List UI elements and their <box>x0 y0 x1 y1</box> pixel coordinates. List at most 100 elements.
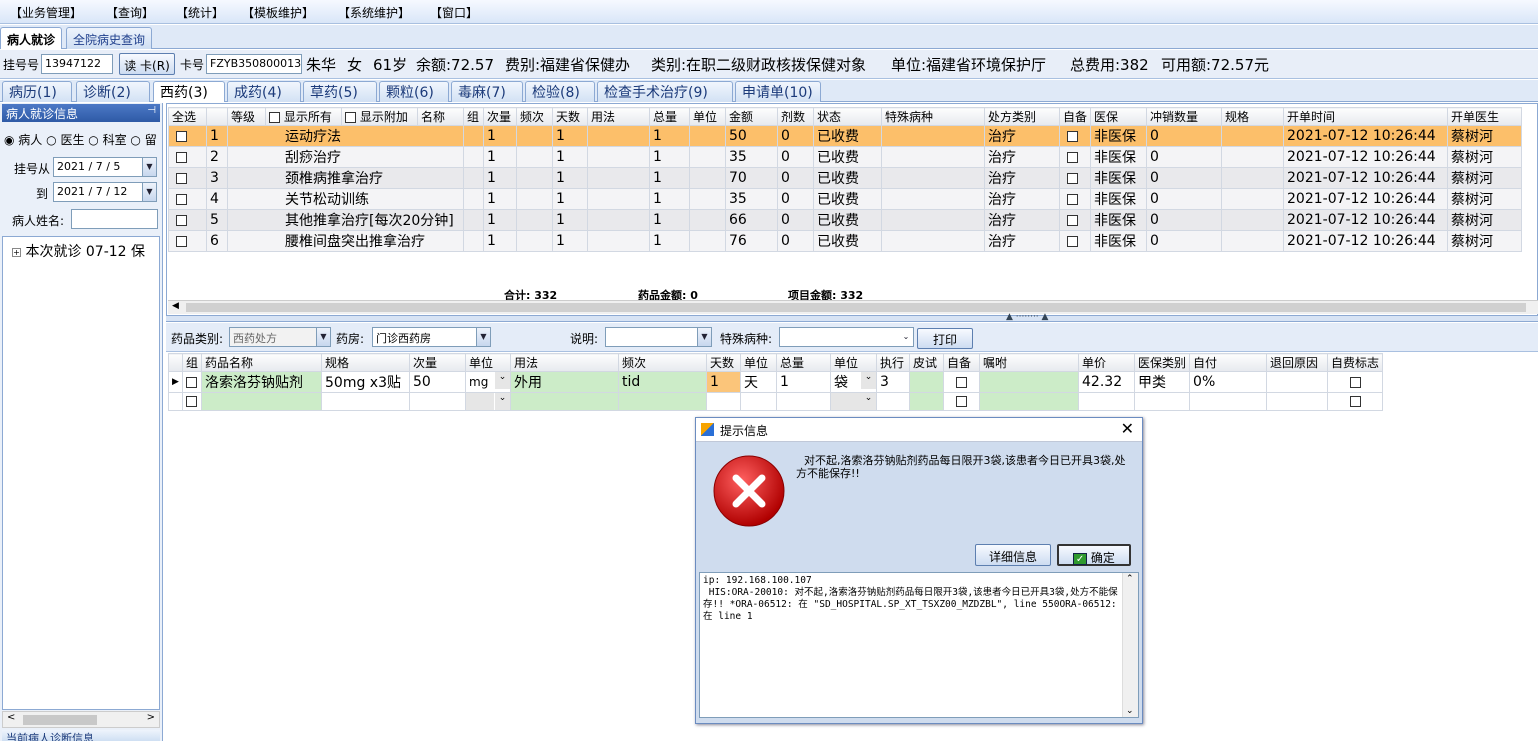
print-button[interactable]: 打印 <box>917 328 973 349</box>
col-insurance-type[interactable]: 医保类别 <box>1134 353 1191 372</box>
tab-patent-drug[interactable]: 成药(4) <box>227 81 301 102</box>
self-supply-checkbox[interactable] <box>1058 209 1092 231</box>
chevron-down-icon[interactable]: ▼ <box>316 328 330 346</box>
col-dose-unit[interactable]: 单位 <box>465 353 512 372</box>
show-extra-checkbox[interactable]: 显示附加 <box>341 107 418 126</box>
col-doctor[interactable]: 开单医生 <box>1447 107 1523 126</box>
details-button[interactable]: 详细信息 <box>975 544 1051 566</box>
log-vscrollbar[interactable]: ⌃ ⌄ <box>1122 573 1138 717</box>
close-icon[interactable]: ✕ <box>1121 419 1134 438</box>
scroll-thumb[interactable] <box>186 303 1526 312</box>
col-total[interactable]: 总量 <box>649 107 690 126</box>
col-self-supply[interactable]: 自备 <box>943 353 981 372</box>
tab-diagnosis[interactable]: 诊断(2) <box>76 81 150 102</box>
total-unit-cell[interactable]: ⌄ <box>830 392 878 411</box>
drug-type-select[interactable]: 西药处方 ▼ <box>229 327 331 347</box>
splitter[interactable]: ▲ ········ ▲ <box>166 312 1538 322</box>
scroll-up-icon[interactable]: ⌃ <box>1126 574 1134 584</box>
exec-cell[interactable]: 3 <box>876 371 911 393</box>
col-exec[interactable]: 执行 <box>876 353 911 372</box>
col-amount[interactable]: 金额 <box>725 107 778 126</box>
instruction-cell[interactable] <box>979 371 1080 393</box>
col-select-all[interactable]: 全选 <box>168 107 207 126</box>
chevron-down-icon[interactable]: ⌄ <box>495 372 510 389</box>
chevron-down-icon[interactable]: ▼ <box>476 328 490 346</box>
days-unit-cell[interactable]: 天 <box>740 371 778 393</box>
scroll-left-icon[interactable]: < <box>7 712 15 723</box>
drug-name-cell[interactable] <box>201 392 323 411</box>
table-row[interactable]: ▶ 洛索洛芬钠贴剂 50mg x3贴 50 mg ⌄ 外用 tid 1 天 1 袋… <box>168 371 1384 393</box>
tab-patient-visit[interactable]: 病人就诊 <box>0 27 63 49</box>
radio-doctor[interactable]: ○ 医生 <box>46 133 84 147</box>
col-dose[interactable]: 次量 <box>409 353 467 372</box>
col-self-pay[interactable]: 自付 <box>1189 353 1268 372</box>
row-checkbox[interactable] <box>168 209 207 231</box>
table-row[interactable]: 4 关节松动训练 1 1 1 35 0 已收费 治疗 非医保 0 2021-07… <box>168 188 1523 210</box>
col-special-disease[interactable]: 特殊病种 <box>881 107 985 126</box>
col-skin-test[interactable]: 皮试 <box>909 353 945 372</box>
freq-cell[interactable]: tid <box>618 371 708 393</box>
col-total-unit[interactable]: 单位 <box>830 353 878 372</box>
tree-item-current-visit[interactable]: + 本次就诊 07-12 保 <box>12 241 145 261</box>
self-pay-flag-checkbox[interactable] <box>1327 392 1384 411</box>
dose-unit-cell[interactable]: mg ⌄ <box>465 371 512 393</box>
self-supply-checkbox[interactable] <box>1058 125 1092 147</box>
tab-lab[interactable]: 检验(8) <box>525 81 595 102</box>
row-checkbox[interactable] <box>168 146 207 168</box>
card-no-input[interactable]: FZYB35080001313 <box>206 54 302 74</box>
chevron-down-icon[interactable]: ⌄ <box>495 393 510 410</box>
col-return-reason[interactable]: 退回原因 <box>1266 353 1329 372</box>
group-checkbox[interactable] <box>181 371 203 393</box>
col-order-time[interactable]: 开单时间 <box>1283 107 1449 126</box>
table-row[interactable]: 2 刮痧治疗 1 1 1 35 0 已收费 治疗 非医保 0 2021-07-1… <box>168 146 1523 168</box>
radio-stay[interactable]: ○ 留 <box>130 133 156 147</box>
col-freq[interactable]: 频次 <box>618 353 708 372</box>
menu-template[interactable]: 【模板维护】 <box>242 4 314 21</box>
tab-record[interactable]: 病历(1) <box>2 81 72 102</box>
scroll-right-icon[interactable]: > <box>147 712 155 723</box>
table-row[interactable]: 5 其他推拿治疗[每次20分钟] 1 1 1 66 0 已收费 治疗 非医保 0… <box>168 209 1523 231</box>
col-usage[interactable]: 用法 <box>587 107 650 126</box>
table-row[interactable]: 6 腰椎间盘突出推拿治疗 1 1 1 76 0 已收费 治疗 非医保 0 202… <box>168 230 1523 252</box>
col-days[interactable]: 天数 <box>706 353 742 372</box>
col-insurance[interactable]: 医保 <box>1090 107 1148 126</box>
menu-business[interactable]: 【业务管理】 <box>10 4 82 21</box>
menu-query[interactable]: 【查询】 <box>106 4 154 21</box>
dose-cell[interactable]: 50 <box>409 371 467 393</box>
tab-exam-surgery[interactable]: 检查手术治疗(9) <box>597 81 733 102</box>
group-checkbox[interactable] <box>181 392 203 411</box>
col-group[interactable]: 组 <box>463 107 484 126</box>
scroll-left-icon[interactable]: ◀ <box>172 301 179 311</box>
col-price[interactable]: 单价 <box>1078 353 1136 372</box>
expand-icon[interactable]: + <box>12 247 21 257</box>
col-reversal-qty[interactable]: 冲销数量 <box>1146 107 1223 126</box>
col-days-unit[interactable]: 单位 <box>740 353 778 372</box>
menu-system[interactable]: 【系统维护】 <box>338 4 410 21</box>
top-grid-hscrollbar[interactable]: ◀ <box>168 300 1538 314</box>
row-checkbox[interactable] <box>168 188 207 210</box>
tab-history-query[interactable]: 全院病史查询 <box>66 27 153 49</box>
col-total[interactable]: 总量 <box>776 353 832 372</box>
scroll-thumb[interactable] <box>23 715 97 725</box>
col-dose[interactable]: 次量 <box>483 107 517 126</box>
checkbox-icon[interactable] <box>345 112 356 123</box>
chevron-down-icon[interactable]: ⌄ <box>861 393 876 410</box>
col-spec[interactable]: 规格 <box>321 353 411 372</box>
table-row[interactable]: ⌄ ⌄ <box>168 392 1384 411</box>
col-drug-name[interactable]: 药品名称 <box>201 353 323 372</box>
col-spec[interactable]: 规格 <box>1221 107 1285 126</box>
self-pay-flag-checkbox[interactable] <box>1327 371 1384 393</box>
patient-name-input[interactable] <box>71 209 158 229</box>
reg-no-input[interactable]: 13947122 <box>41 54 113 74</box>
radio-patient[interactable]: ◉ 病人 <box>4 133 42 147</box>
usage-cell[interactable]: 外用 <box>510 371 620 393</box>
radio-dept[interactable]: ○ 科室 <box>88 133 126 147</box>
show-all-checkbox[interactable]: 显示所有 <box>265 107 342 126</box>
self-supply-checkbox[interactable] <box>1058 167 1092 189</box>
self-supply-checkbox[interactable] <box>943 392 981 411</box>
self-supply-checkbox[interactable] <box>1058 230 1092 252</box>
left-hscrollbar[interactable]: < > <box>2 711 160 728</box>
col-self-supply[interactable]: 自备 <box>1058 107 1092 126</box>
chevron-down-icon[interactable]: ⌄ <box>899 328 913 346</box>
col-doses[interactable]: 剂数 <box>777 107 814 126</box>
